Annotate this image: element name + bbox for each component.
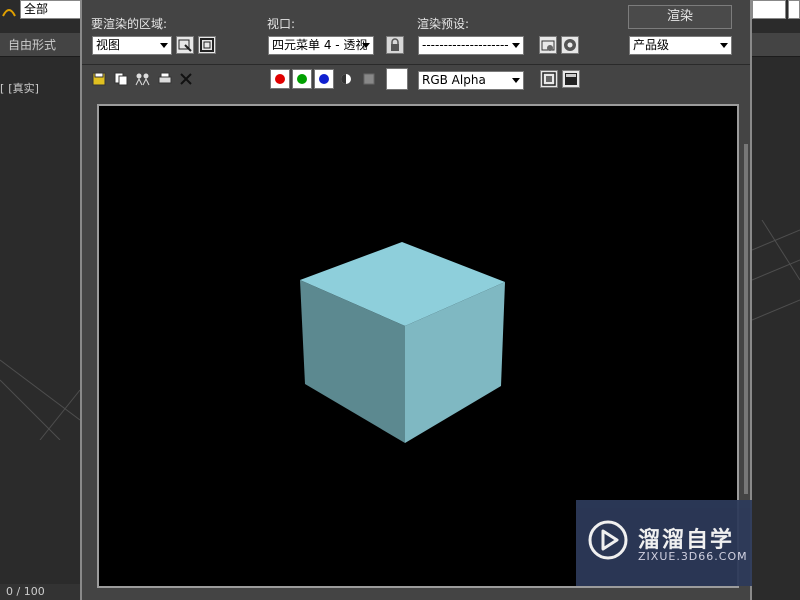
snap-icon[interactable]	[0, 0, 18, 22]
area-to-render-label: 要渲染的区域:	[91, 17, 168, 31]
clone-frame-icon[interactable]	[135, 72, 151, 86]
save-image-icon[interactable]	[92, 72, 106, 86]
green-channel-toggle[interactable]	[292, 69, 312, 89]
area-to-render-select[interactable]: 视图	[92, 36, 172, 55]
quality-select[interactable]: 产品级	[629, 36, 732, 55]
blue-channel-toggle[interactable]	[314, 69, 334, 89]
lock-icon[interactable]	[386, 36, 404, 54]
freeform-tab[interactable]: 自由形式	[0, 33, 80, 57]
edit-region-icon[interactable]	[176, 36, 194, 54]
print-icon[interactable]	[158, 72, 172, 86]
display-channel-select[interactable]: RGB Alpha	[418, 71, 524, 90]
toggle-ui-icon[interactable]	[562, 70, 580, 88]
render-setup-icon[interactable]	[539, 36, 557, 54]
background-app-right	[752, 0, 800, 600]
window-edge	[744, 144, 748, 494]
background-app-left: 全部 自由形式 [[真实] 0 / 100	[0, 0, 80, 600]
monochrome-icon[interactable]	[363, 73, 375, 85]
selection-filter-combo[interactable]: 全部	[20, 0, 80, 19]
watermark: 溜溜自学 ZIXUE.3D66.COM	[576, 500, 752, 586]
copy-image-icon[interactable]	[114, 72, 128, 86]
timeline-status: 0 / 100	[0, 584, 80, 600]
color-swatch[interactable]	[386, 68, 408, 90]
environment-icon[interactable]	[561, 36, 579, 54]
toolbar-separator	[82, 64, 750, 65]
right-toolbar	[752, 33, 800, 57]
watermark-url: ZIXUE.3D66.COM	[638, 550, 748, 563]
viewport-select[interactable]: 四元菜单 4 - 透视	[268, 36, 374, 55]
right-combo[interactable]	[752, 0, 786, 19]
grid-lines	[0, 359, 80, 440]
render-button[interactable]: 渲染	[628, 5, 732, 29]
render-preset-label: 渲染预设:	[417, 17, 470, 31]
auto-region-icon[interactable]	[198, 36, 216, 54]
play-logo-icon	[588, 520, 628, 560]
toggle-ui-overlay-icon[interactable]	[540, 70, 558, 88]
viewport-shading-label[interactable]: [[真实]	[0, 80, 39, 96]
shading-mode-text: [真实]	[8, 82, 39, 95]
right-button[interactable]	[788, 0, 800, 19]
alpha-channel-icon[interactable]	[339, 72, 353, 86]
clear-icon[interactable]	[179, 72, 193, 86]
render-preset-select[interactable]: --------------------	[418, 36, 524, 55]
viewport-label: 视口:	[267, 17, 296, 31]
red-channel-toggle[interactable]	[270, 69, 290, 89]
right-grid-lines	[752, 220, 800, 321]
